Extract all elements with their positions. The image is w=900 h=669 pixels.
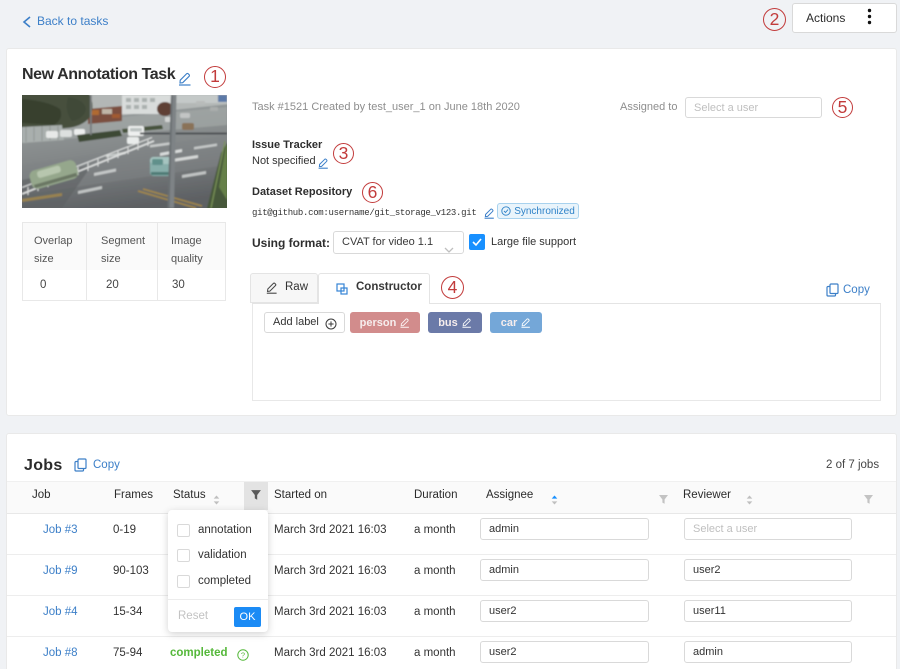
svg-text:?: ? [241,651,245,660]
